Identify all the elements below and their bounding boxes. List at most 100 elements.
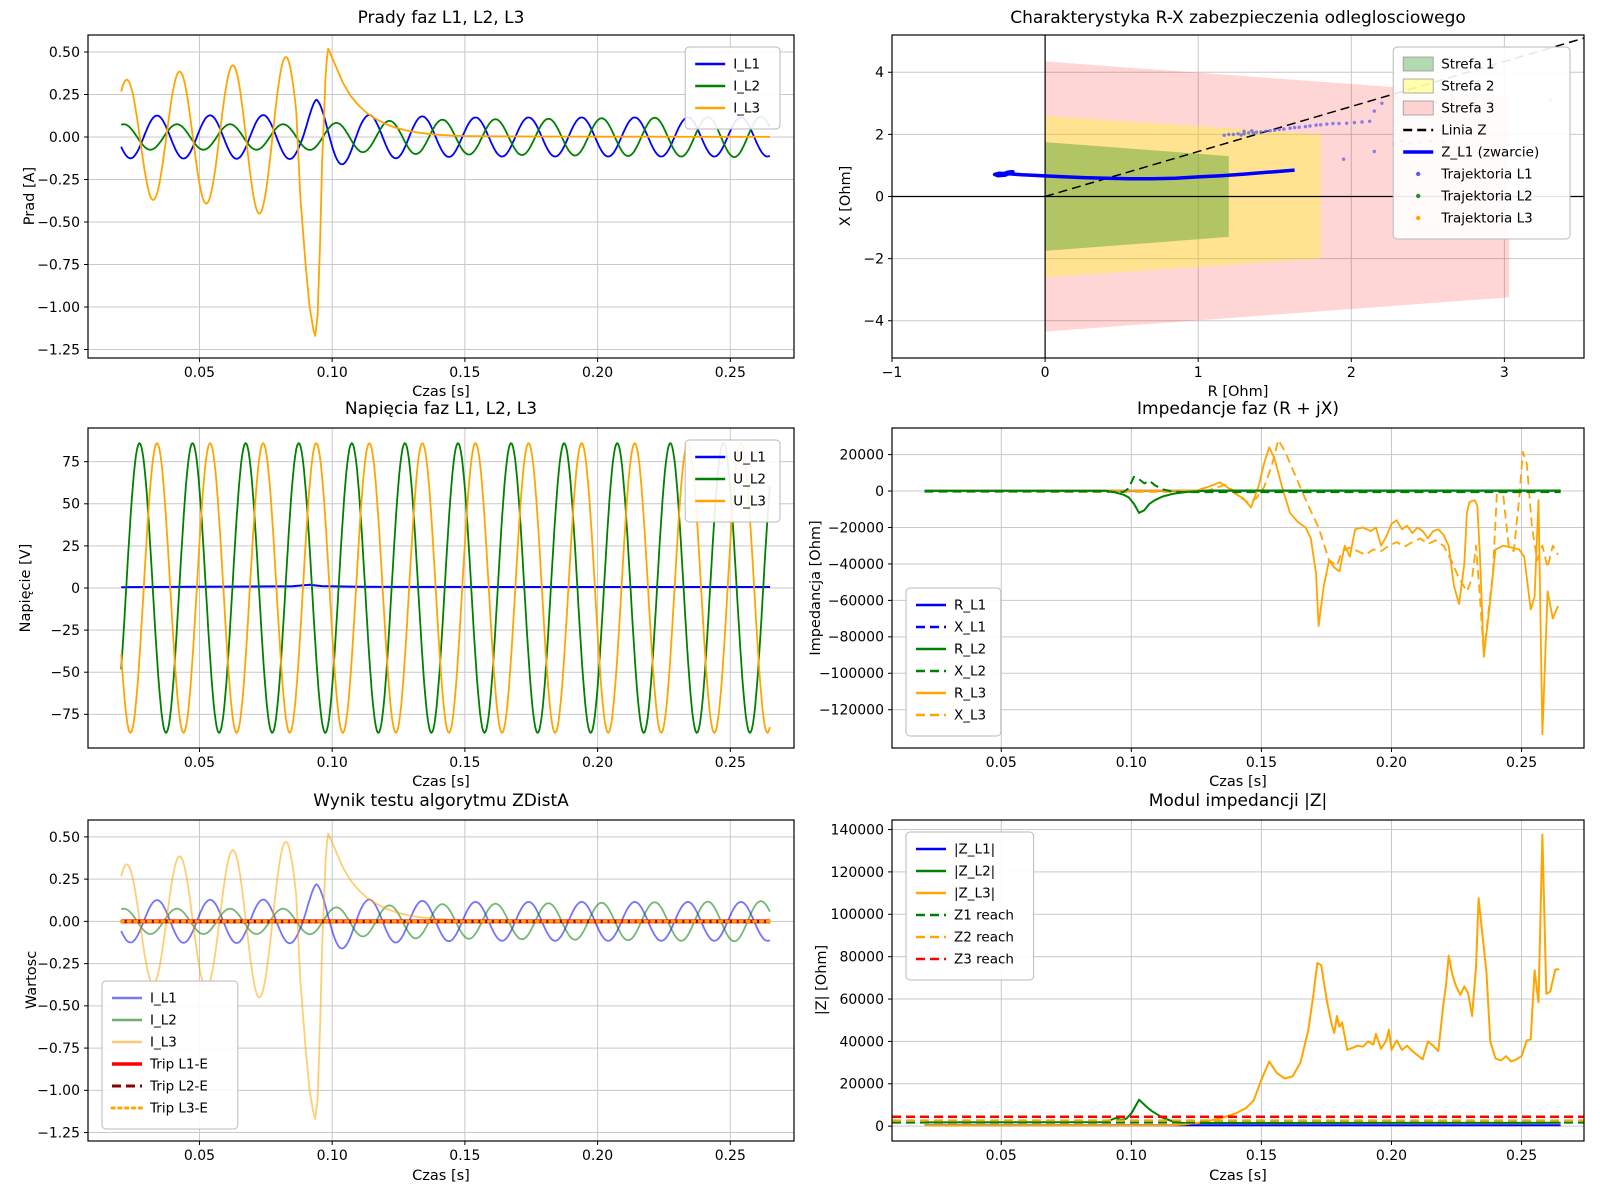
xlabel-rx: R [Ohm] (1208, 384, 1269, 400)
xlabel-wynik: Czas [s] (412, 1168, 470, 1184)
legend-label: Trip L3-E (149, 1101, 208, 1117)
x-tick-label: −1 (882, 365, 903, 381)
subplot-title-rx: Charakterystyka R-X zabezpieczenia odleg… (1010, 8, 1466, 28)
legend-label: Z2 reach (954, 930, 1014, 946)
legend-label: I_L1 (150, 991, 177, 1007)
x-tick-label: 0.15 (1246, 755, 1277, 771)
y-tick-label: 120000 (831, 865, 884, 881)
legend-item-Strefa 3: Strefa 3 (1403, 101, 1494, 117)
subplot-title-prady: Prady faz L1, L2, L3 (358, 8, 525, 28)
legend-label: Trip L1-E (149, 1057, 208, 1073)
subplot-title-impedancje: Impedancje faz (R + jX) (1137, 399, 1339, 419)
ylabel-rx: X [Ohm] (838, 166, 854, 227)
x-tick-label: 0.05 (986, 1148, 1017, 1164)
y-tick-label: −0.75 (37, 1041, 80, 1057)
legend-item-Strefa 2: Strefa 2 (1403, 79, 1494, 95)
ylabel-modul: |Z| [Ohm] (814, 945, 830, 1015)
legend-swatch (1403, 101, 1433, 115)
legend-charakterystyka-rx: Strefa 1Strefa 2Strefa 3Linia ZZ_L1 (zwa… (1393, 47, 1570, 239)
x-tick-label: 0.10 (1116, 1148, 1147, 1164)
y-tick-label: 25 (62, 539, 80, 555)
legend-marker (1416, 172, 1420, 176)
subplot-impedancje: 0.050.100.150.200.25200000−20000−40000−6… (819, 428, 1584, 771)
legend-label: |Z_L1| (954, 842, 995, 858)
x-tick-label: 0.20 (582, 755, 613, 771)
legend-label: |Z_L2| (954, 864, 995, 880)
x-tick-label: 0.10 (317, 365, 348, 381)
y-tick-label: 0.00 (49, 914, 80, 930)
legend-label: Trip L2-E (149, 1079, 208, 1095)
legend-label: |Z_L3| (954, 886, 995, 902)
ylabel-prady: Prad [A] (22, 167, 38, 225)
x-tick-label: 2 (1347, 365, 1356, 381)
legend-label: Strefa 1 (1441, 57, 1494, 73)
subplot-prady: 0.050.100.150.200.250.500.250.00−0.25−0.… (37, 35, 794, 381)
y-tick-label: −0.25 (37, 172, 80, 188)
y-tick-label: 4 (875, 65, 884, 81)
x-tick-label: 0.20 (582, 1148, 613, 1164)
legend-prady: I_L1I_L2I_L3 (685, 47, 780, 129)
legend-label: X_L2 (954, 664, 986, 680)
y-tick-label: −0.75 (37, 257, 80, 273)
x-tick-label: 0.05 (184, 755, 215, 771)
y-tick-label: −0.50 (37, 999, 80, 1015)
y-tick-label: −1.25 (37, 342, 80, 358)
y-tick-label: 75 (62, 455, 80, 471)
legend-marker (1416, 216, 1420, 220)
legend-label: Trajektoria L3 (1440, 211, 1533, 227)
plots-svg: 0.050.100.150.200.250.500.250.00−0.25−0.… (0, 0, 1600, 1200)
y-tick-label: 100000 (831, 907, 884, 923)
y-tick-label: 20000 (839, 448, 884, 464)
x-tick-label: 0.05 (184, 1148, 215, 1164)
y-tick-label: −0.25 (37, 957, 80, 973)
subplot-title-modul: Modul impedancji |Z| (1149, 791, 1328, 811)
legend-label: I_L3 (733, 101, 760, 117)
y-tick-label: 60000 (839, 992, 884, 1008)
subplot-charakterystyka-rx: −10123420−2−4Strefa 1Strefa 2Strefa 3Lin… (863, 35, 1584, 381)
legend-label: R_L2 (954, 642, 986, 658)
y-tick-label: −25 (50, 623, 80, 639)
y-tick-label: 0 (71, 581, 80, 597)
y-tick-label: −80000 (828, 630, 884, 646)
subplot-title-napiecia: Napięcia faz L1, L2, L3 (345, 399, 537, 419)
x-tick-label: 0.25 (1506, 1148, 1537, 1164)
legend-item-Strefa 1: Strefa 1 (1403, 57, 1494, 73)
y-tick-label: −60000 (828, 593, 884, 609)
xlabel-napiecia: Czas [s] (412, 774, 470, 790)
legend-label: Linia Z (1441, 123, 1486, 139)
y-tick-label: 0 (875, 1119, 884, 1135)
y-tick-label: −40000 (828, 557, 884, 573)
legend-label: X_L3 (954, 708, 986, 724)
x-tick-label: 0.15 (449, 365, 480, 381)
legend-label: Trajektoria L2 (1440, 189, 1533, 205)
legend-label: U_L2 (733, 472, 766, 488)
subplot-modul-impedancji: 0.050.100.150.200.2514000012000010000080… (831, 820, 1584, 1164)
ylabel-wynik: Wartosc (24, 951, 40, 1009)
x-tick-label: 0.20 (1376, 1148, 1407, 1164)
x-tick-label: 0.05 (184, 365, 215, 381)
x-tick-label: 0.20 (1376, 755, 1407, 771)
legend-label: I_L3 (150, 1035, 177, 1051)
ylabel-napiecia: Napięcie [V] (18, 544, 34, 633)
x-tick-label: 0.15 (449, 1148, 480, 1164)
x-tick-label: 0.20 (582, 365, 613, 381)
legend-marker (1416, 194, 1420, 198)
y-tick-label: −4 (863, 314, 884, 330)
xlabel-modul: Czas [s] (1209, 1168, 1267, 1184)
y-tick-label: −75 (50, 707, 80, 723)
xlabel-impedancje: Czas [s] (1209, 774, 1267, 790)
legend-label: Strefa 3 (1441, 101, 1494, 117)
y-tick-label: 0.25 (49, 87, 80, 103)
legend-label: U_L3 (733, 494, 766, 510)
subplot-napiecia: 0.050.100.150.200.257550250−25−50−75U_L1… (50, 428, 794, 771)
y-tick-label: 40000 (839, 1034, 884, 1050)
ylabel-impedancje: Impedancja [Ohm] (808, 520, 824, 655)
x-tick-label: 3 (1500, 365, 1509, 381)
legend-label: Z3 reach (954, 952, 1014, 968)
legend-impedancje: R_L1X_L1R_L2X_L2R_L3X_L3 (906, 588, 1001, 736)
y-tick-label: 2 (875, 127, 884, 143)
y-tick-label: 140000 (831, 822, 884, 838)
legend-swatch (1403, 57, 1433, 71)
y-tick-label: 50 (62, 497, 80, 513)
legend-label: Z1 reach (954, 908, 1014, 924)
